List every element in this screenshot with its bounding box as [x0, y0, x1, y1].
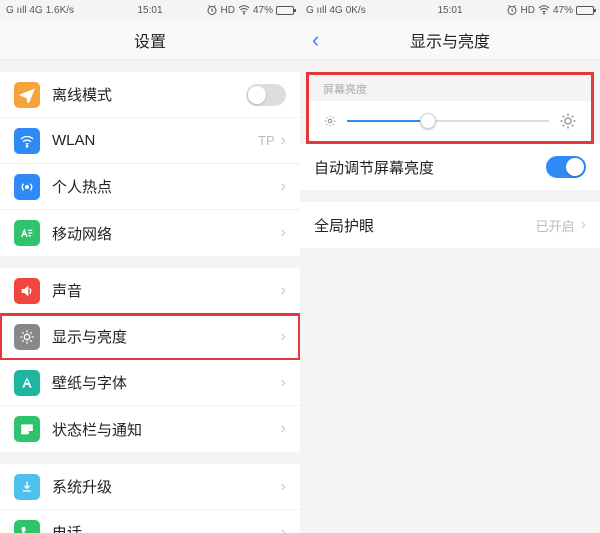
chevron-right-icon: ›: [281, 132, 286, 150]
status-bar: G ııll 4G 0K/s 15:01 HD 47%: [300, 0, 600, 20]
chevron-right-icon: ›: [281, 178, 286, 196]
row-label: 离线模式: [52, 84, 246, 105]
wifi-icon: [14, 128, 40, 154]
update-icon: [14, 474, 40, 500]
page-title: 显示与亮度: [410, 28, 490, 52]
battery-pct: 47%: [553, 5, 573, 16]
row-label: 个人热点: [52, 176, 281, 197]
row-label: 显示与亮度: [52, 326, 281, 347]
auto-brightness-toggle[interactable]: [546, 156, 586, 178]
airplane-icon: [14, 82, 40, 108]
eyecare-value: 已开启: [536, 216, 575, 235]
brightness-box-highlight: 屏幕亮度: [306, 72, 594, 144]
chevron-right-icon: ›: [281, 282, 286, 300]
battery-pct: 47%: [253, 5, 273, 16]
auto-brightness-label: 自动调节屏幕亮度: [314, 157, 546, 178]
settings-row-font[interactable]: 壁纸与字体›: [0, 360, 300, 406]
chevron-right-icon: ›: [281, 328, 286, 346]
mobile-icon: [14, 220, 40, 246]
clock: 15:01: [437, 5, 462, 16]
row-label: 移动网络: [52, 223, 281, 244]
signal-text: G ııll 4G: [6, 5, 43, 16]
wifi-icon: [538, 4, 550, 16]
sun-large-icon: [559, 112, 577, 130]
brightness-section-title: 屏幕亮度: [309, 75, 591, 101]
sound-icon: [14, 278, 40, 304]
header: 设置: [0, 20, 300, 60]
battery-icon: [276, 6, 294, 15]
alarm-icon: [206, 4, 218, 16]
settings-row-phone[interactable]: 电话›: [0, 510, 300, 533]
signal-text: G ııll 4G: [306, 5, 343, 16]
row-label: 电话: [52, 522, 281, 533]
chevron-right-icon: ›: [281, 478, 286, 496]
settings-row-brightness[interactable]: 显示与亮度›: [0, 314, 300, 360]
brightness-slider[interactable]: [347, 120, 549, 122]
back-button[interactable]: ‹: [312, 27, 319, 53]
settings-group-1: 离线模式WLANTP›个人热点›移动网络›: [0, 72, 300, 256]
row-label: 声音: [52, 280, 281, 301]
row-label: 系统升级: [52, 476, 281, 497]
data-rate: 1.6K/s: [46, 5, 74, 16]
phone-icon: [14, 520, 40, 533]
auto-brightness-row[interactable]: 自动调节屏幕亮度: [300, 144, 600, 190]
hd-label: HD: [221, 5, 235, 16]
row-label: 壁纸与字体: [52, 372, 281, 393]
settings-panel: G ııll 4G 1.6K/s 15:01 HD 47% 设置 离线模式 WLA…: [0, 0, 300, 533]
chevron-right-icon: ›: [281, 224, 286, 242]
row-value: TP: [258, 133, 275, 148]
settings-row-update[interactable]: 系统升级›: [0, 464, 300, 510]
settings-group-2: 声音›显示与亮度›壁纸与字体›状态栏与通知›: [0, 268, 300, 452]
eyecare-row[interactable]: 全局护眼 已开启 ›: [300, 202, 600, 248]
sun-small-icon: [323, 114, 337, 128]
notif-icon: [14, 416, 40, 442]
settings-row-sound[interactable]: 声音›: [0, 268, 300, 314]
clock: 15:01: [137, 5, 162, 16]
settings-group-3: 系统升级›电话›帐户与同步›: [0, 464, 300, 533]
chevron-right-icon: ›: [281, 524, 286, 533]
settings-row-airplane[interactable]: 离线模式: [0, 72, 300, 118]
font-icon: [14, 370, 40, 396]
toggle[interactable]: [246, 84, 286, 106]
row-label: WLAN: [52, 132, 258, 149]
brightness-icon: [14, 324, 40, 350]
display-brightness-panel: G ııll 4G 0K/s 15:01 HD 47% ‹ 显示与亮度 屏幕亮度: [300, 0, 600, 533]
settings-row-notif[interactable]: 状态栏与通知›: [0, 406, 300, 452]
hotspot-icon: [14, 174, 40, 200]
row-label: 状态栏与通知: [52, 419, 281, 440]
page-title: 设置: [134, 28, 166, 52]
header: ‹ 显示与亮度: [300, 20, 600, 60]
brightness-slider-row: [309, 101, 591, 141]
wifi-icon: [238, 4, 250, 16]
chevron-right-icon: ›: [281, 420, 286, 438]
eyecare-label: 全局护眼: [314, 215, 536, 236]
alarm-icon: [506, 4, 518, 16]
chevron-right-icon: ›: [281, 374, 286, 392]
chevron-right-icon: ›: [581, 216, 586, 234]
settings-row-mobile[interactable]: 移动网络›: [0, 210, 300, 256]
settings-row-hotspot[interactable]: 个人热点›: [0, 164, 300, 210]
battery-icon: [576, 6, 594, 15]
hd-label: HD: [521, 5, 535, 16]
status-bar: G ııll 4G 1.6K/s 15:01 HD 47%: [0, 0, 300, 20]
settings-row-wifi[interactable]: WLANTP ›: [0, 118, 300, 164]
data-rate: 0K/s: [346, 5, 366, 16]
